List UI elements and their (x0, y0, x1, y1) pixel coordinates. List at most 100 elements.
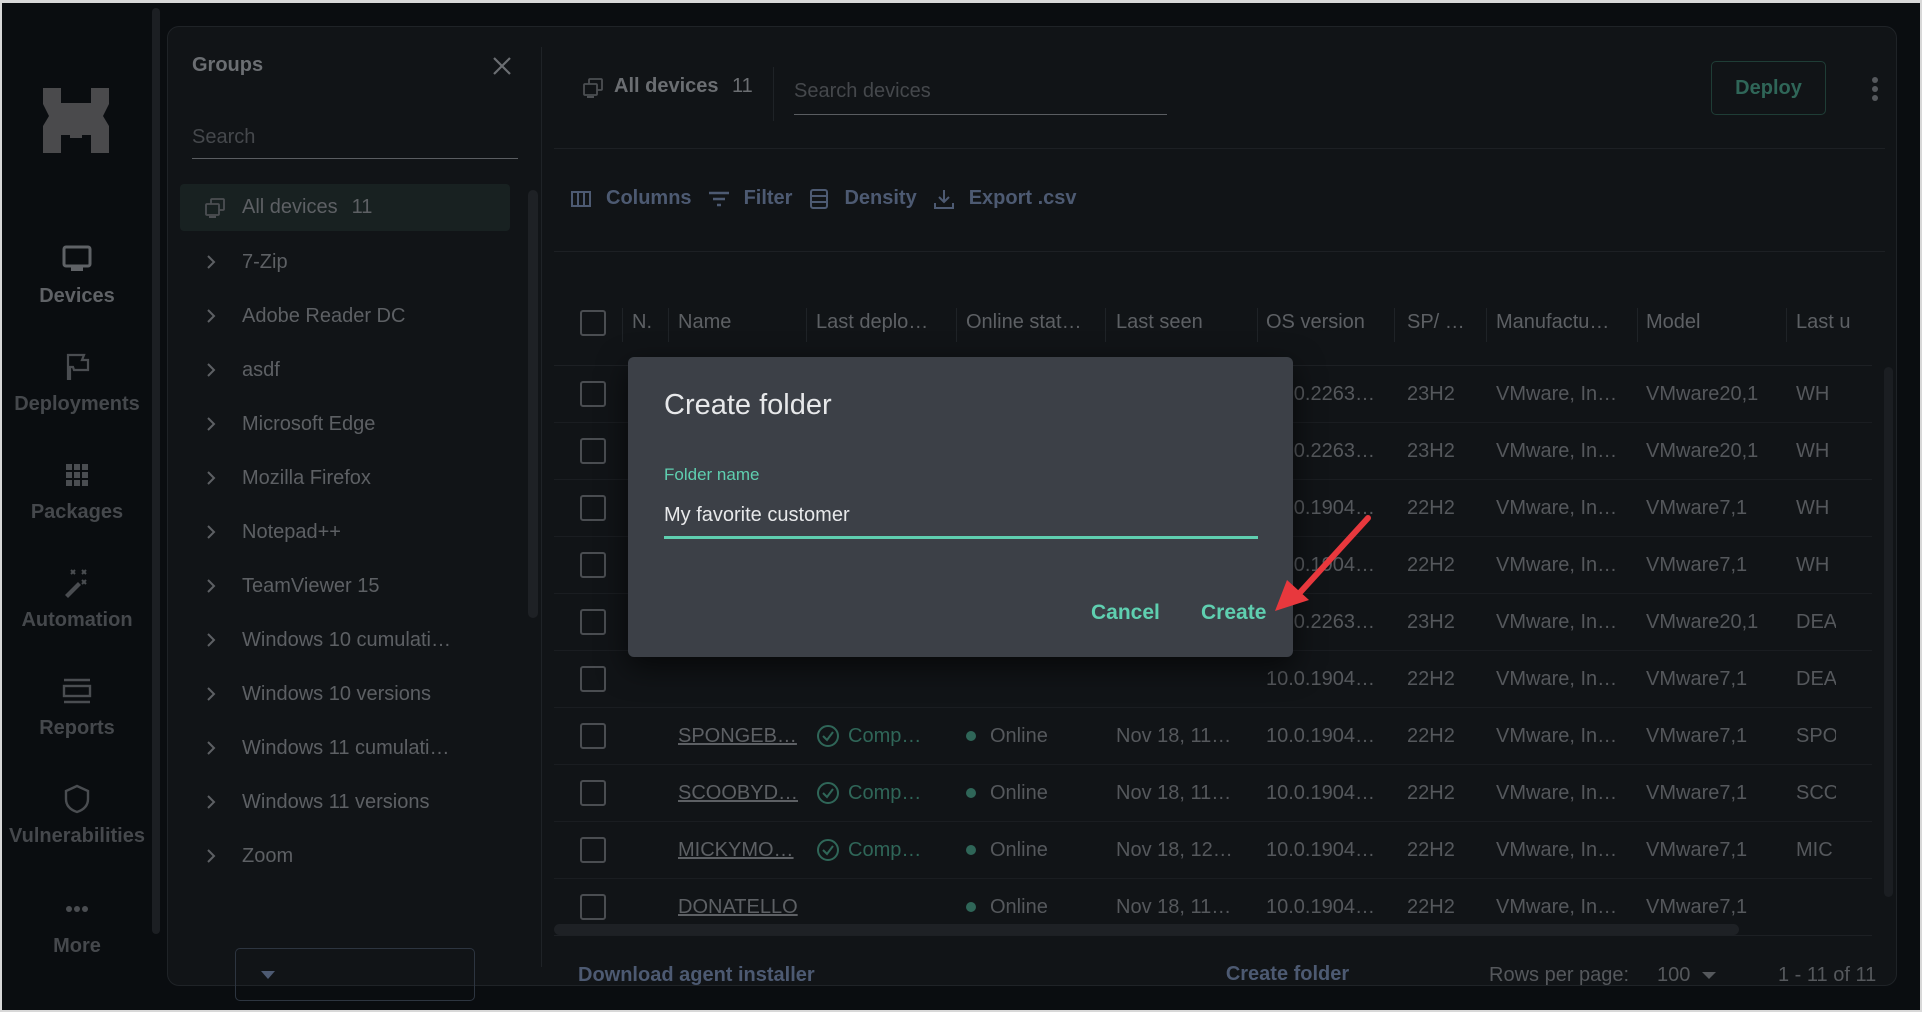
row-select-cell (580, 822, 606, 878)
device-name-link[interactable]: DONATELLO (678, 896, 798, 919)
chevron-right-icon (207, 687, 216, 701)
group-item[interactable]: 7-Zip (180, 235, 510, 289)
sp-cell: 22H2 (1407, 838, 1455, 861)
column-header[interactable]: Model (1646, 280, 1700, 365)
create-folder-dropdown-button[interactable] (236, 949, 299, 1000)
column-separator[interactable] (668, 308, 669, 342)
folder-name-input[interactable] (664, 495, 1258, 539)
column-separator[interactable] (806, 308, 807, 342)
chevron-right-icon (207, 525, 216, 539)
column-separator[interactable] (1394, 308, 1395, 342)
last-user-cell: DEA (1796, 610, 1836, 633)
row-checkbox[interactable] (580, 438, 606, 464)
group-item[interactable]: Windows 10 cumulati… (180, 613, 510, 667)
row-checkbox[interactable] (580, 666, 606, 692)
nav-item-devices[interactable]: Devices (2, 243, 152, 308)
create-folder-dialog: Create folder Folder name Cancel Create (628, 357, 1293, 657)
search-devices-input[interactable] (794, 69, 1167, 115)
column-header[interactable]: Last deplo… (816, 280, 928, 365)
group-item[interactable]: Mozilla Firefox (180, 451, 510, 505)
column-header[interactable]: Last seen (1116, 280, 1203, 365)
table-row[interactable]: MICKYMO… Comp… Online Nov 18, 12… 10.0.1904…… (554, 822, 1872, 879)
column-separator[interactable] (956, 308, 957, 342)
group-item[interactable]: asdf (180, 343, 510, 397)
column-header[interactable]: Online stat… (966, 280, 1082, 365)
row-checkbox[interactable] (580, 894, 606, 920)
nav-item-deployments[interactable]: Deployments (2, 351, 152, 416)
nav-item-automation[interactable]: Automation (2, 567, 152, 632)
column-separator[interactable] (1786, 308, 1787, 342)
column-header[interactable]: N. (632, 280, 652, 365)
create-button[interactable]: Create (1201, 601, 1266, 625)
column-header[interactable]: OS version (1266, 280, 1365, 365)
row-checkbox[interactable] (580, 780, 606, 806)
column-separator[interactable] (1486, 308, 1487, 342)
row-select-cell (580, 423, 606, 479)
check-circle-icon (817, 725, 839, 747)
table-row[interactable]: 10.0.1904… 22H2 VMware, In… VMware7,1 DEA (554, 651, 1872, 708)
table-row[interactable]: SPONGEB… Comp… Online Nov 18, 11… 10.0.1904…… (554, 708, 1872, 765)
model-cell: VMware20,1 (1646, 610, 1759, 633)
column-separator[interactable] (1257, 308, 1258, 342)
groups-scrollbar[interactable] (528, 190, 538, 618)
group-item[interactable]: TeamViewer 15 (180, 559, 510, 613)
group-item[interactable]: Notepad++ (180, 505, 510, 559)
column-header[interactable]: Name (678, 280, 731, 365)
group-item-all-devices[interactable]: All devices 11 (180, 184, 510, 231)
group-item[interactable]: Windows 10 versions (180, 667, 510, 721)
group-item[interactable]: Adobe Reader DC (180, 289, 510, 343)
cancel-button[interactable]: Cancel (1091, 601, 1160, 625)
device-name-link[interactable]: SCOOBYD… (678, 782, 798, 805)
nav-item-packages[interactable]: Packages (2, 459, 152, 524)
row-checkbox[interactable] (580, 552, 606, 578)
last-user-cell: MIC (1796, 838, 1833, 861)
row-checkbox[interactable] (580, 723, 606, 749)
caret-down-icon (1702, 972, 1717, 979)
row-checkbox[interactable] (580, 495, 606, 521)
column-header[interactable]: Manufactu… (1496, 280, 1609, 365)
vertical-scrollbar[interactable] (1884, 367, 1893, 897)
table-row[interactable]: SCOOBYD… Comp… Online Nov 18, 11… 10.0.1904…… (554, 765, 1872, 822)
nav-item-more[interactable]: More (2, 893, 152, 958)
nav-item-label: Devices (39, 285, 115, 307)
group-label: Windows 11 cumulati… (242, 736, 450, 759)
column-separator[interactable] (1637, 308, 1638, 342)
nav-item-reports[interactable]: Reports (2, 675, 152, 740)
columns-button[interactable]: Columns (570, 187, 692, 210)
nav-item-vulnerabilities[interactable]: Vulnerabilities (2, 783, 152, 848)
filter-button[interactable]: Filter (708, 187, 792, 210)
row-checkbox[interactable] (580, 837, 606, 863)
select-all-checkbox[interactable] (580, 309, 606, 336)
close-icon[interactable] (489, 53, 515, 79)
column-separator[interactable] (1105, 308, 1106, 342)
columns-label: Columns (606, 187, 692, 209)
group-item[interactable]: Windows 11 cumulati… (180, 721, 510, 775)
group-item[interactable]: Zoom (180, 829, 510, 883)
table-toolbar: Columns Filter Density Export .csv (570, 187, 1093, 210)
row-checkbox[interactable] (580, 609, 606, 635)
manufacturer-cell: VMware, In… (1496, 439, 1618, 462)
rows-per-page-select[interactable]: 100 (1657, 964, 1717, 987)
row-checkbox[interactable] (580, 381, 606, 407)
group-label: All devices (242, 196, 338, 218)
group-label: TeamViewer 15 (242, 574, 380, 597)
column-separator[interactable] (622, 308, 623, 342)
download-agent-installer-link[interactable]: Download agent installer (578, 964, 815, 987)
horizontal-scrollbar[interactable] (554, 924, 1739, 935)
sp-cell: 22H2 (1407, 667, 1455, 690)
groups-search-input[interactable] (192, 117, 518, 159)
group-item[interactable]: Microsoft Edge (180, 397, 510, 451)
nav-scrollbar[interactable] (152, 8, 160, 934)
deploy-button[interactable]: Deploy (1711, 61, 1826, 115)
last-seen-cell: Nov 18, 12… (1116, 838, 1233, 861)
density-button[interactable]: Density (808, 187, 917, 210)
device-name-link[interactable]: MICKYMO… (678, 839, 794, 862)
deployment-status: Comp… (848, 781, 922, 804)
group-item[interactable]: Windows 11 versions (180, 775, 510, 829)
column-header[interactable]: SP/ … (1407, 280, 1465, 365)
device-name-link[interactable]: SPONGEB… (678, 725, 797, 748)
export-csv-button[interactable]: Export .csv (933, 187, 1077, 210)
more-vertical-icon[interactable] (1870, 75, 1880, 105)
column-header[interactable]: Last u (1796, 280, 1850, 365)
dialog-title: Create folder (664, 389, 832, 421)
